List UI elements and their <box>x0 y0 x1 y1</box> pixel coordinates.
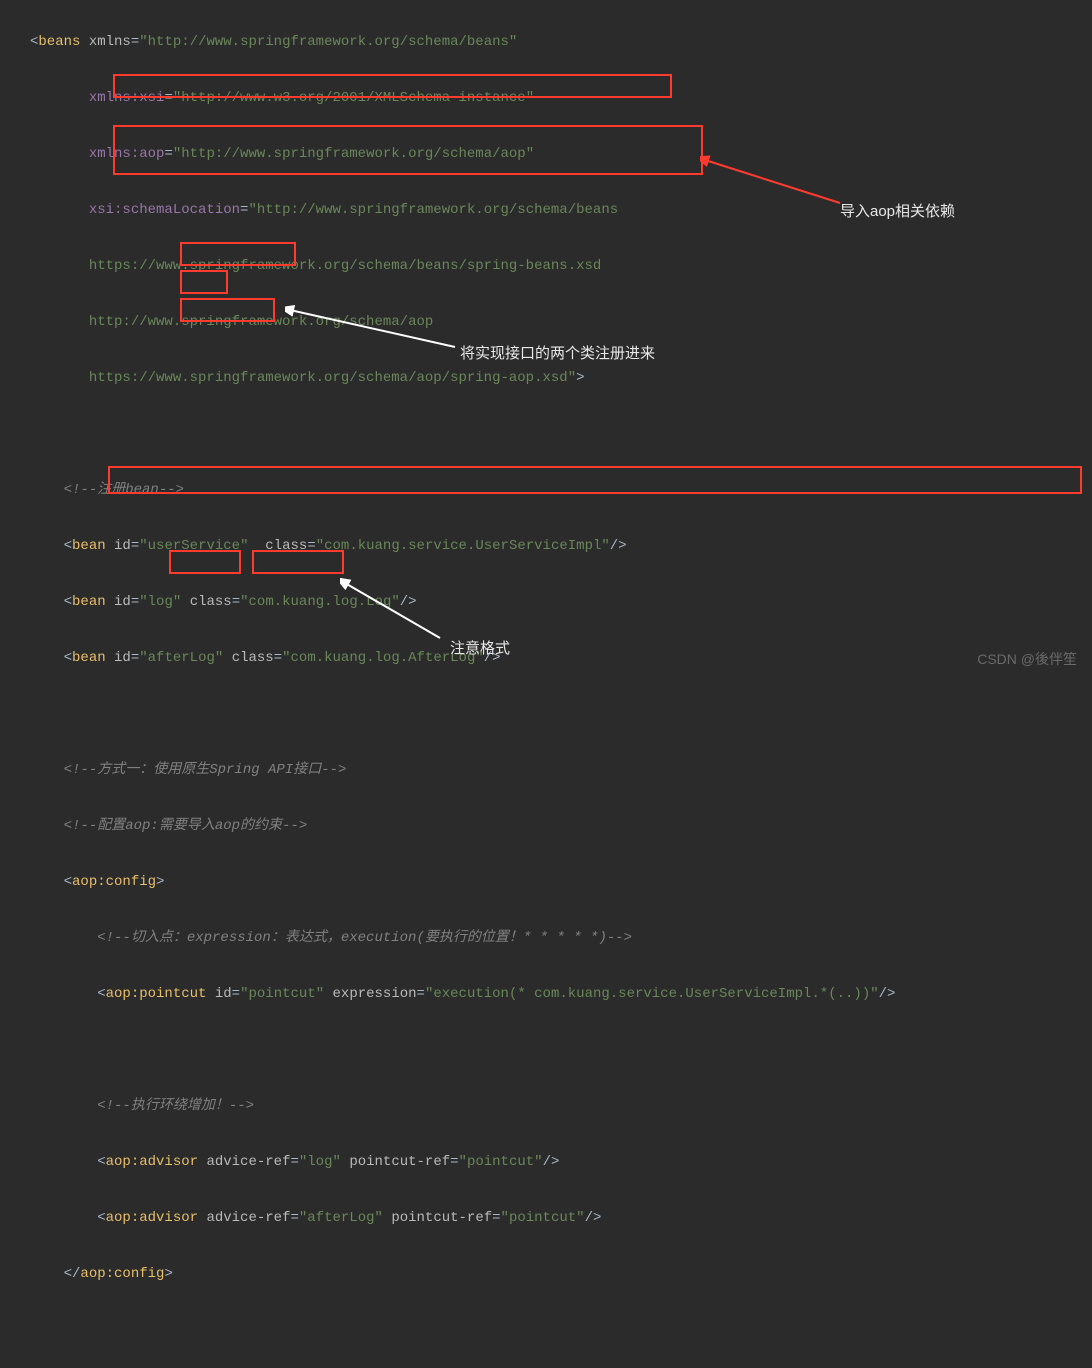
xsi-url: http://www.w3.org/2001/XMLSchema-instanc… <box>181 90 525 106</box>
advisor2-ref: afterLog <box>307 1210 374 1226</box>
bean2-id: log <box>148 594 173 610</box>
pcref2-val: pointcut <box>509 1210 576 1226</box>
annotation-format: 注意格式 <box>450 635 510 663</box>
attr-adviceref1: advice-ref <box>206 1154 290 1170</box>
annotation-register-impl: 将实现接口的两个类注册进来 <box>460 340 655 368</box>
attr-adviceref2: advice-ref <box>206 1210 290 1226</box>
schemaloc-3: http://www.springframework.org/schema/ao… <box>89 314 433 330</box>
code-editor: <beans xmlns="http://www.springframework… <box>0 0 1092 684</box>
attr-id1: id <box>114 538 131 554</box>
tag-bean2: bean <box>72 594 106 610</box>
attr-aop: xmlns:aop <box>89 146 165 162</box>
schemaloc-4: https://www.springframework.org/schema/a… <box>89 370 568 386</box>
aop-url: http://www.springframework.org/schema/ao… <box>181 146 525 162</box>
watermark: CSDN @後伴笙 <box>977 649 1077 669</box>
attr-pcref2: pointcut-ref <box>391 1210 492 1226</box>
attr-id3: id <box>114 650 131 666</box>
xmlns-url: http://www.springframework.org/schema/be… <box>148 34 509 50</box>
attr-xmlns: xmlns <box>89 34 131 50</box>
code-content[interactable]: <beans xmlns="http://www.springframework… <box>20 0 1092 684</box>
expr-val: execution(* com.kuang.service.UserServic… <box>433 986 870 1002</box>
schemaloc-1: http://www.springframework.org/schema/be… <box>257 202 618 218</box>
attr-class1: class <box>265 538 307 554</box>
comment-register: <!--注册bean--> <box>64 482 184 498</box>
attr-pcid: id <box>215 986 232 1002</box>
bean1-class: com.kuang.service.UserServiceImpl <box>324 538 601 554</box>
tag-bean1: bean <box>72 538 106 554</box>
attr-schemaloc: xsi:schemaLocation <box>89 202 240 218</box>
bean3-class: com.kuang.log.AfterLog <box>291 650 476 666</box>
attr-class2: class <box>190 594 232 610</box>
attr-xsi: xmlns:xsi <box>89 90 165 106</box>
tag-aopconfig-close: aop:config <box>80 1266 164 1282</box>
tag-bean3: bean <box>72 650 106 666</box>
bean2-class: com.kuang.log.Log <box>249 594 392 610</box>
annotation-import-aop: 导入aop相关依赖 <box>840 198 955 226</box>
attr-id2: id <box>114 594 131 610</box>
tag-advisor2: aop:advisor <box>106 1210 198 1226</box>
tag-aopconfig: aop:config <box>72 874 156 890</box>
line-gutter <box>0 0 20 684</box>
comment-aop: <!--配置aop:需要导入aop的约束--> <box>64 818 308 834</box>
attr-pcref1: pointcut-ref <box>349 1154 450 1170</box>
bean1-id: userService <box>148 538 240 554</box>
bean3-id: afterLog <box>148 650 215 666</box>
tag-beans: beans <box>38 34 80 50</box>
tag-pointcut: aop:pointcut <box>106 986 207 1002</box>
schemaloc-2: https://www.springframework.org/schema/b… <box>89 258 601 274</box>
comment-method: <!--方式一：使用原生Spring API接口--> <box>64 762 347 778</box>
attr-class3: class <box>232 650 274 666</box>
comment-around: <!--执行环绕增加！--> <box>97 1098 254 1114</box>
pointcut-id: pointcut <box>248 986 315 1002</box>
comment-pointcut: <!--切入点：expression：表达式，execution(要执行的位置！… <box>97 930 632 946</box>
tag-advisor1: aop:advisor <box>106 1154 198 1170</box>
attr-expr: expression <box>333 986 417 1002</box>
advisor1-ref: log <box>307 1154 332 1170</box>
pcref1-val: pointcut <box>467 1154 534 1170</box>
